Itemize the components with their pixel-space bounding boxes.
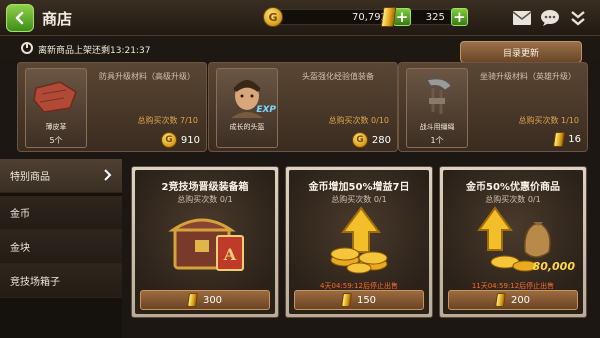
buy-button[interactable]: 200 xyxy=(448,290,578,310)
sidebar-item-gold[interactable]: 金块 xyxy=(0,230,122,264)
buy-button[interactable]: 300 xyxy=(140,290,270,310)
sidebar-item-arena-box[interactable]: 竞技场箱子 xyxy=(0,264,122,298)
product-card[interactable]: 金币增加50%增益7日 总购买次数 0/1 4天04:59:12后停止出售 15… xyxy=(285,166,433,318)
product-title: 2竞技场晋级装备箱 xyxy=(161,182,249,193)
sidebar-item-special[interactable]: 特别商品 xyxy=(0,159,122,193)
coin-boost-icon xyxy=(330,206,388,274)
coin-icon: G xyxy=(351,132,368,148)
treasure-chest-icon: A xyxy=(168,218,244,271)
item-thumb-name: 战斗用缰绳 xyxy=(419,123,455,131)
item-card[interactable]: 薄皮革 5个 防具升级材料（高级升级） 总购买次数 7/10 G 910 xyxy=(17,62,207,152)
item-count: 5个 xyxy=(49,136,63,145)
item-card[interactable]: 战斗用缰绳 1个 坐骑升级材料（英雄升级） 总购买次数 1/10 16 xyxy=(398,62,588,152)
product-purchase-limit: 总购买次数 0/1 xyxy=(177,195,233,204)
product-price: 150 xyxy=(356,294,377,306)
gold-value: 325 xyxy=(425,11,445,23)
item-thumb-name: 成长的头盔 xyxy=(229,123,265,131)
back-button[interactable] xyxy=(6,4,34,32)
sidebar-item-label: 竞技场箱子 xyxy=(10,277,60,288)
coin-icon: G xyxy=(263,7,283,27)
product-card[interactable]: 2竞技场晋级装备箱 总购买次数 0/1 A 300 xyxy=(131,166,279,318)
leather-icon xyxy=(33,81,77,113)
item-price-value: 910 xyxy=(180,134,200,146)
buy-button[interactable]: 150 xyxy=(294,290,424,310)
product-bonus: 80,000 xyxy=(532,260,575,273)
sidebar-item-label: 特别商品 xyxy=(10,172,50,183)
sidebar-item-label: 金块 xyxy=(10,243,30,254)
item-thumb-name: 薄皮革 xyxy=(45,123,67,131)
item-name: 坐骑升级材料（英雄升级） xyxy=(480,72,576,81)
chevrons-down-icon[interactable] xyxy=(568,8,588,28)
item-name: 头盔强化经验值装备 xyxy=(302,72,374,81)
mail-icon[interactable] xyxy=(512,8,532,28)
item-price[interactable]: 16 xyxy=(553,132,581,147)
clock-icon xyxy=(21,42,33,54)
exp-badge: EXP xyxy=(256,105,276,115)
item-count: 1个 xyxy=(430,136,444,145)
item-price[interactable]: G 280 xyxy=(351,132,391,148)
item-purchase-limit: 总购买次数 1/10 xyxy=(518,116,579,125)
add-gold-button[interactable]: + xyxy=(450,8,469,26)
item-purchase-limit: 总购买次数 7/10 xyxy=(137,116,198,125)
restock-timer: 离新商品上架还剩13:21:37 xyxy=(38,46,151,56)
gold-bar-icon xyxy=(186,293,198,307)
product-title: 金币50%优惠价商品 xyxy=(466,182,560,193)
product-purchase-limit: 总购买次数 0/1 xyxy=(485,195,541,204)
product-price: 300 xyxy=(202,294,223,306)
product-purchase-limit: 总购买次数 0/1 xyxy=(331,195,387,204)
sidebar-item-coins[interactable]: 金币 xyxy=(0,196,122,230)
item-thumbnail: 战斗用缰绳 1个 xyxy=(406,68,468,148)
sidebar-item-label: 金币 xyxy=(10,209,30,220)
refresh-catalog-button[interactable]: 目录更新 xyxy=(460,41,582,63)
product-price: 200 xyxy=(510,294,531,306)
top-bar: 商店 G 70,792 + 325 + xyxy=(0,0,600,36)
item-thumbnail: 薄皮革 5个 xyxy=(25,68,87,148)
gold-bar-icon xyxy=(340,293,352,307)
chat-icon[interactable] xyxy=(540,8,560,28)
item-purchase-limit: 总购买次数 0/10 xyxy=(328,116,389,125)
item-price-value: 280 xyxy=(371,134,391,146)
product-card[interactable]: 金币50%优惠价商品 总购买次数 0/1 80,000 11天04:59:12后… xyxy=(439,166,587,318)
item-name: 防具升级材料（高级升级） xyxy=(99,72,195,81)
gold-bar-icon xyxy=(553,132,566,147)
bridle-icon xyxy=(426,78,452,114)
gold-bar-icon xyxy=(494,293,506,307)
page-title: 商店 xyxy=(42,10,73,28)
coin-value: 70,792 xyxy=(352,11,387,23)
chevron-right-icon xyxy=(104,169,112,181)
item-price-value: 16 xyxy=(568,134,581,145)
category-sidebar: 特别商品 金币 金块 竞技场箱子 xyxy=(0,159,122,338)
product-title: 金币增加50%增益7日 xyxy=(308,182,410,193)
coin-icon: G xyxy=(160,132,177,148)
svg-text:A: A xyxy=(223,245,237,264)
item-price[interactable]: G 910 xyxy=(160,132,200,148)
item-thumbnail: EXP 成长的头盔 xyxy=(216,68,278,148)
back-arrow-icon xyxy=(15,11,24,25)
item-card[interactable]: EXP 成长的头盔 头盔强化经验值装备 总购买次数 0/10 G 280 xyxy=(208,62,398,152)
